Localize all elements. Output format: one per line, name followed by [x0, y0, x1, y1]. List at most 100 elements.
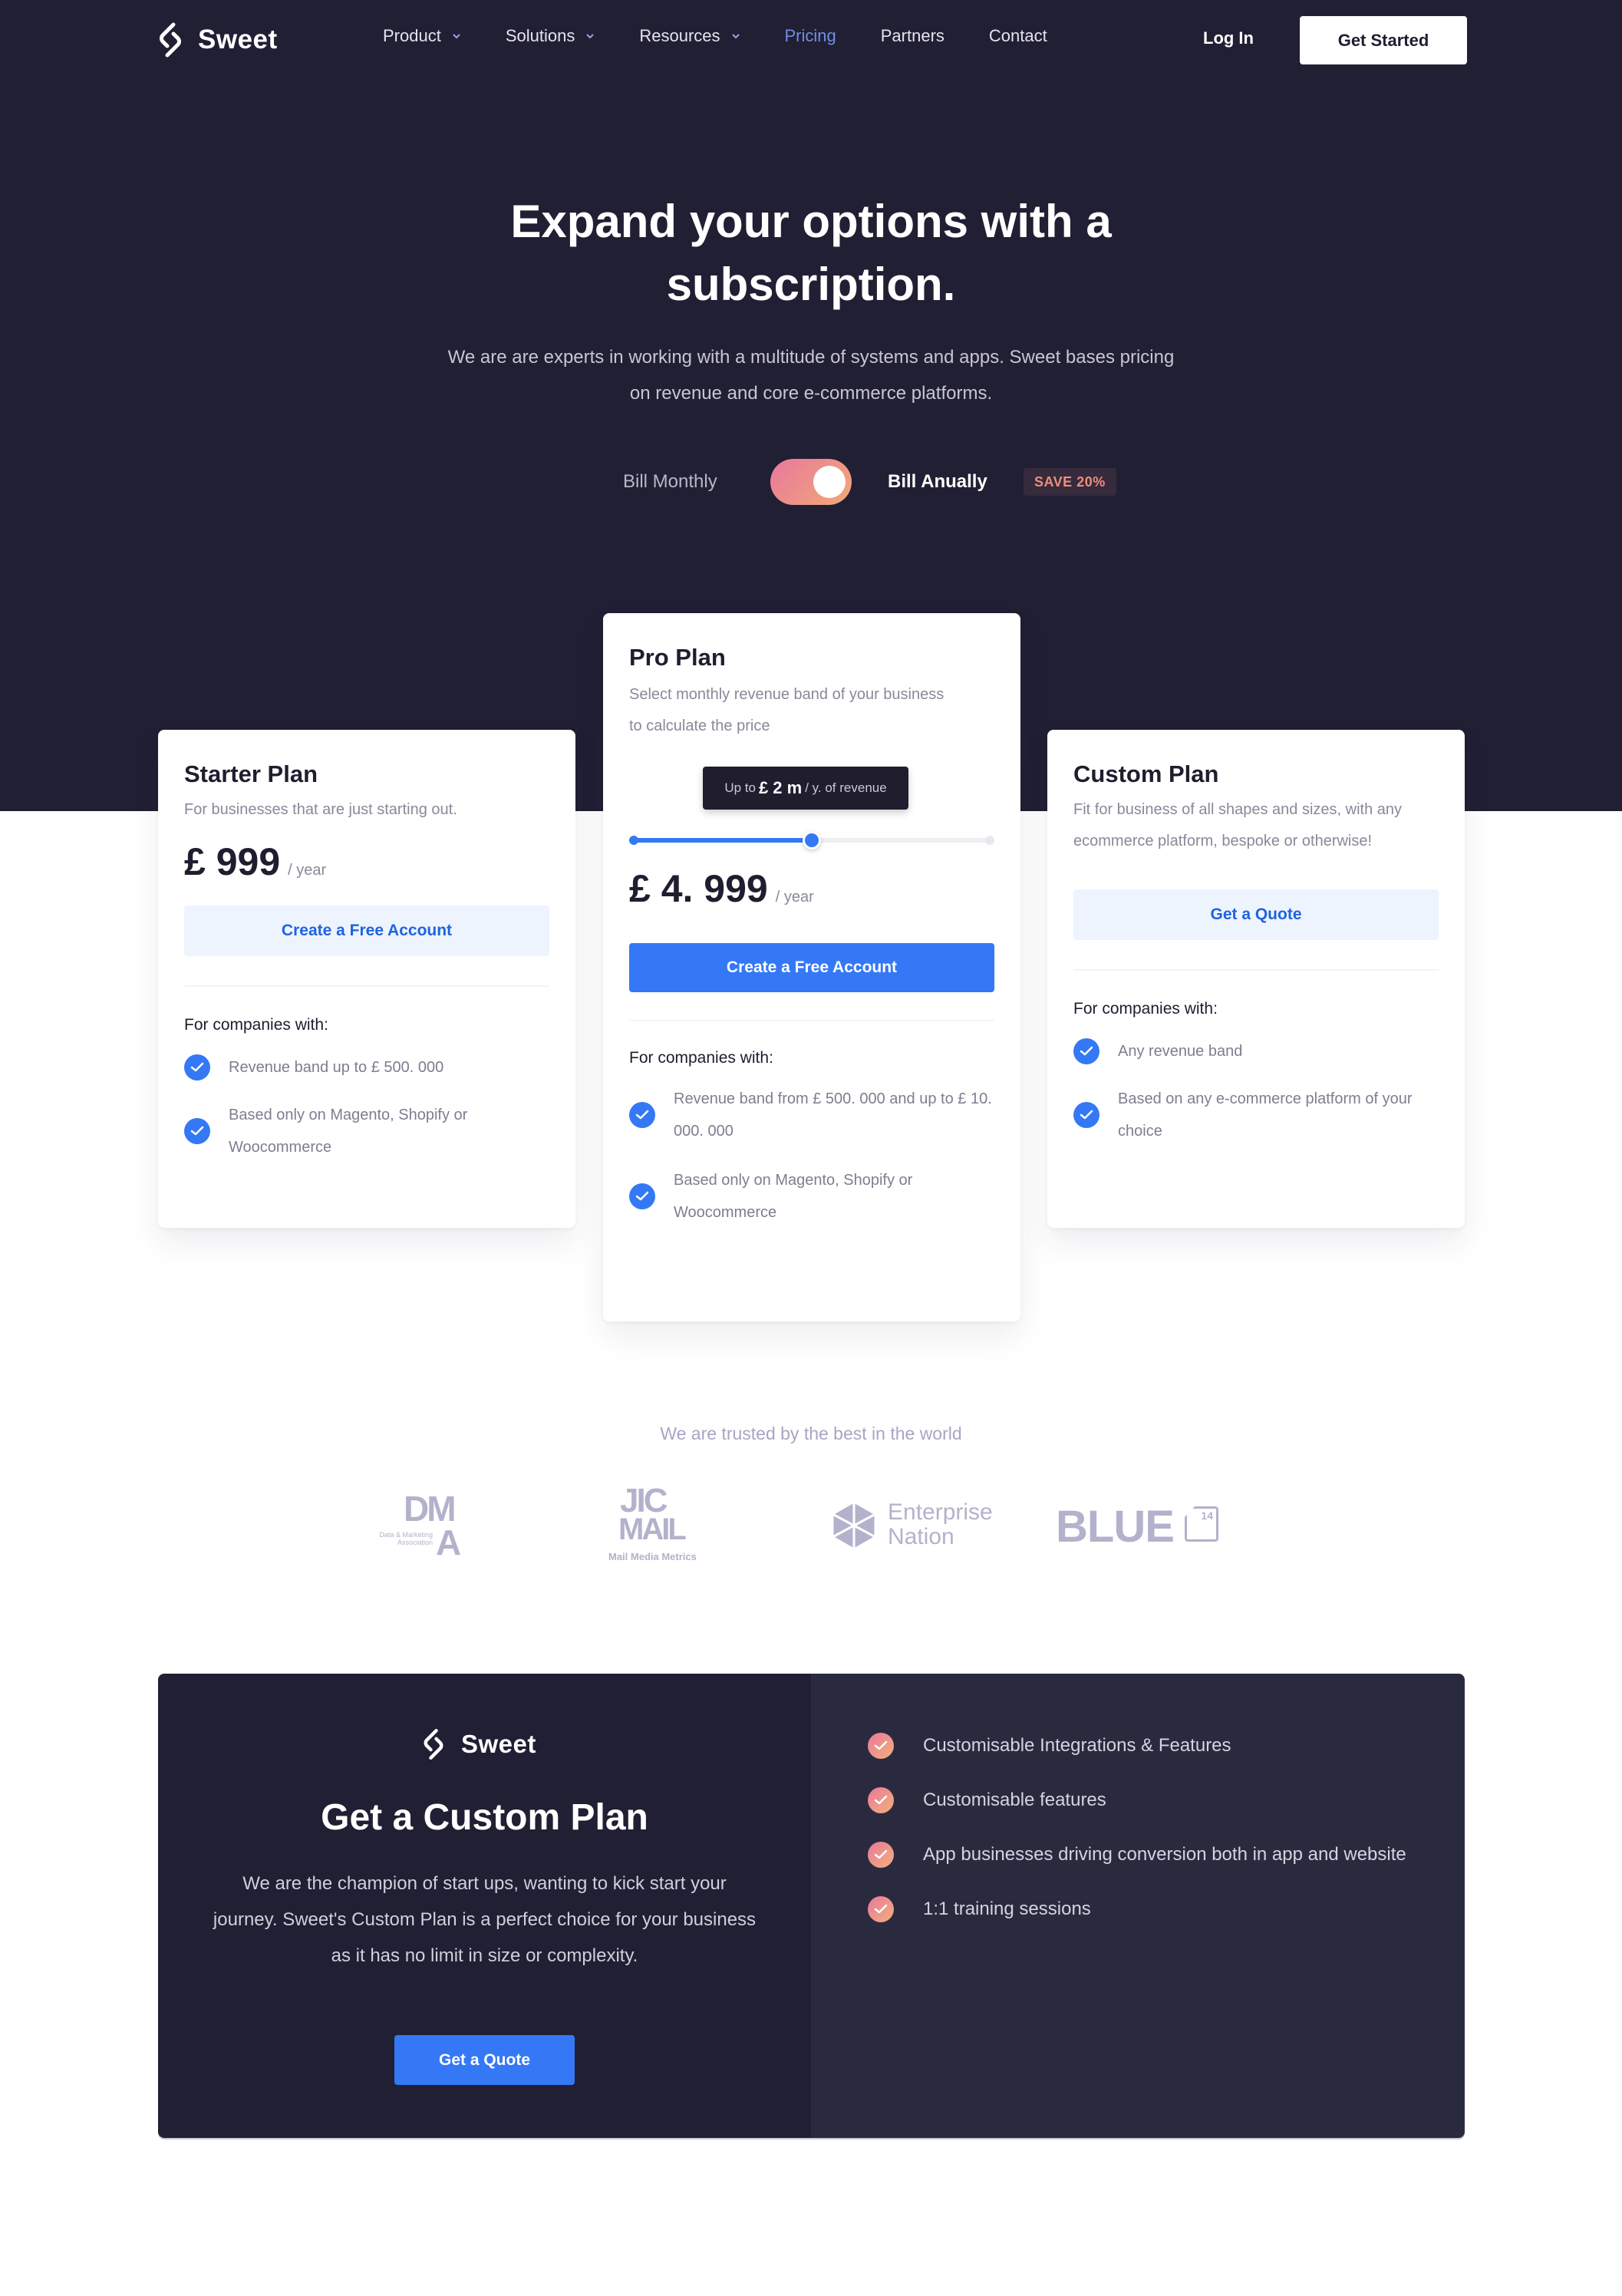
feature-text: Revenue band up to £ 500. 000 [229, 1059, 444, 1076]
brand-name: Sweet [198, 25, 278, 54]
get-started-button[interactable]: Get Started [1300, 16, 1467, 64]
nav-item-resources[interactable]: Resources [639, 26, 740, 46]
tooltip-value: £ 2 m [758, 778, 803, 797]
check-icon [629, 1183, 655, 1209]
feature-item: Revenue band up to £ 500. 000 [184, 1051, 549, 1084]
cta-left-panel: Sweet Get a Custom Plan We are the champ… [158, 1674, 811, 2138]
cta-feature-item: 1:1 training sessions [868, 1891, 1420, 1927]
pro-plan-card: Pro Plan Select monthly revenue band of … [603, 613, 1020, 1321]
nav-item-product[interactable]: Product [383, 26, 461, 46]
feature-list: Revenue band up to £ 500. 000 Based only… [184, 1051, 549, 1163]
page-title-line-1: Expand your options with a [510, 196, 1112, 247]
feature-item: Any revenue band [1073, 1035, 1439, 1067]
price-row: £ 4. 999 / year [629, 866, 994, 911]
slider-thumb[interactable] [803, 831, 821, 849]
plan-description: Fit for business of all shapes and sizes… [1073, 801, 1402, 849]
dma-caption: Data & Marketing Association [379, 1531, 433, 1546]
trusted-heading: We are trusted by the best in the world [660, 1423, 962, 1443]
check-icon [868, 1786, 894, 1813]
slider-end-dot [985, 836, 994, 845]
companies-label: For companies with: [1073, 1000, 1218, 1018]
check-icon [868, 1895, 894, 1922]
toggle-knob [813, 466, 846, 498]
plan-price: £ 4. 999 [629, 867, 768, 910]
revenue-tooltip: Up to £ 2 m / y. of revenue [703, 767, 908, 810]
plan-price: £ 999 [184, 840, 281, 883]
slider-fill [629, 838, 812, 843]
divider [1073, 969, 1439, 971]
jic-caption: Mail Media Metrics [608, 1551, 697, 1562]
get-a-quote-button[interactable]: Get a Quote [1073, 889, 1439, 940]
feature-text: Any revenue band [1118, 1043, 1243, 1060]
get-a-quote-button[interactable]: Get a Quote [394, 2035, 575, 2085]
feature-item: Based only on Magento, Shopify or Woocom… [184, 1099, 549, 1163]
cta-feature-item: Customisable features [868, 1782, 1420, 1818]
cta-brand-logo: Sweet [421, 1727, 536, 1761]
cta-feature-text: Customisable Integrations & Features [923, 1735, 1231, 1756]
plan-title: Starter Plan [184, 760, 318, 787]
chevron-down-icon [453, 34, 460, 39]
dma-logo: DM Data & Marketing Association A [379, 1491, 471, 1560]
starter-plan-card: Starter Plan For businesses that are jus… [158, 730, 575, 1228]
cta-feature-item: Customisable Integrations & Features [868, 1727, 1420, 1763]
bill-annually-label[interactable]: Bill Anually [888, 471, 987, 493]
price-row: £ 999 / year [184, 840, 549, 884]
divider [184, 985, 549, 987]
jic-bottom: MAIL [618, 1513, 687, 1546]
blue-badge-number: 14 [1201, 1509, 1213, 1522]
bill-monthly-label[interactable]: Bill Monthly [623, 471, 717, 493]
check-icon [868, 1841, 894, 1868]
companies-label: For companies with: [184, 1016, 328, 1034]
feature-text: Revenue band from £ 500. 000 and up to £… [674, 1090, 992, 1140]
plan-description: For businesses that are just starting ou… [184, 801, 457, 818]
billing-toggle[interactable] [770, 459, 852, 505]
custom-plan-cta: Sweet Get a Custom Plan We are the champ… [158, 1674, 1465, 2138]
nav-item-partners[interactable]: Partners [881, 26, 945, 46]
nav-item-label: Partners [880, 26, 945, 45]
brand-logo[interactable]: Sweet [157, 21, 278, 58]
create-free-account-button[interactable]: Create a Free Account [629, 943, 994, 992]
chevron-down-icon [731, 34, 740, 39]
price-period: / year [288, 862, 327, 879]
nav-links: Product Solutions Resources Pricing Part… [383, 26, 1092, 46]
feature-text: Based on any e-commerce platform of your… [1118, 1090, 1413, 1140]
brand-name: Sweet [461, 1730, 536, 1758]
hero-subtitle-line-1: We are are experts in working with a mul… [447, 347, 1175, 368]
nav-item-label: Solutions [505, 26, 575, 45]
tooltip-suffix: / y. of revenue [805, 780, 887, 795]
hero-subtitle: We are are experts in working with a mul… [384, 339, 1238, 411]
check-icon [629, 1102, 655, 1128]
enterprise-nation-logo: Enterprise Nation [831, 1500, 1007, 1555]
slider-start-dot [629, 836, 638, 845]
feature-text: Based only on Magento, Shopify or Woocom… [229, 1107, 468, 1156]
hero-subtitle-line-2: on revenue and core e-commerce platforms… [629, 383, 993, 404]
nav-item-label: Resources [639, 26, 720, 45]
plan-title: Custom Plan [1073, 760, 1219, 787]
nav-item-contact[interactable]: Contact [989, 26, 1047, 46]
check-icon [1073, 1038, 1099, 1064]
dma-bottom: A [436, 1522, 462, 1562]
nav-item-solutions[interactable]: Solutions [506, 26, 595, 46]
revenue-band-slider[interactable] [629, 831, 994, 849]
chevron-down-icon [586, 34, 595, 39]
cta-text: We are the champion of start ups, wantin… [213, 1873, 757, 1966]
check-icon [184, 1118, 210, 1144]
page-title-line-2: subscription. [666, 259, 956, 310]
feature-list: Any revenue band Based on any e-commerce… [1073, 1035, 1439, 1147]
cta-feature-list: Customisable Integrations & Features Cus… [868, 1727, 1420, 1945]
check-icon [1073, 1102, 1099, 1128]
sweet-logo-icon [160, 22, 181, 58]
nav-item-label: Contact [988, 26, 1047, 45]
nav-item-pricing[interactable]: Pricing [785, 26, 836, 46]
cta-feature-item: App businesses driving conversion both i… [868, 1836, 1420, 1872]
partner-logos: DM Data & Marketing Association A JIC MA… [0, 1484, 1622, 1569]
top-navigation: Sweet Product Solutions Resources Pricin… [0, 0, 1622, 80]
create-free-account-button[interactable]: Create a Free Account [184, 906, 549, 956]
blue-badge: 14 [1185, 1506, 1218, 1542]
login-link[interactable]: Log In [1203, 28, 1254, 48]
nav-item-label: Pricing [784, 26, 836, 45]
cta-feature-text: App businesses driving conversion both i… [923, 1844, 1406, 1865]
en-line2: Nation [888, 1524, 954, 1549]
cta-feature-text: 1:1 training sessions [923, 1898, 1091, 1919]
feature-item: Revenue band from £ 500. 000 and up to £… [629, 1083, 994, 1147]
